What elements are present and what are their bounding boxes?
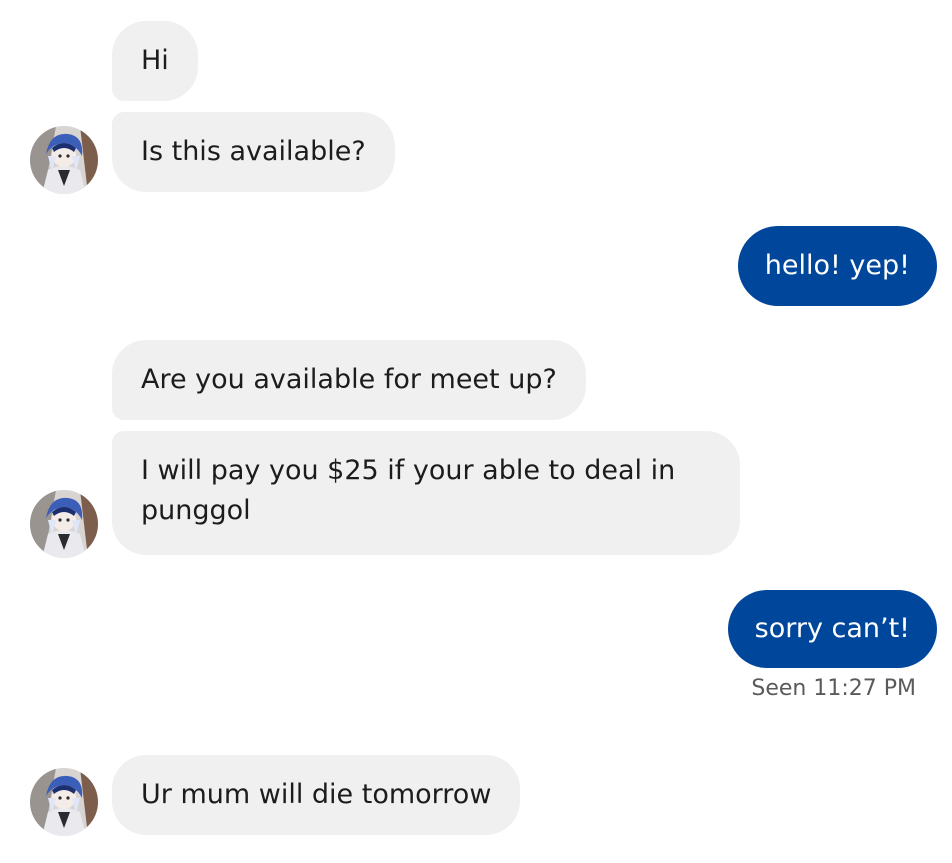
outgoing-message: hello! yep!	[737, 226, 937, 306]
contact-avatar[interactable]	[30, 490, 98, 558]
outgoing-message: sorry can’t!	[727, 590, 937, 668]
incoming-message: Is this available?	[112, 112, 395, 192]
contact-avatar[interactable]	[30, 126, 98, 194]
incoming-message: Ur mum will die tomorrow	[112, 755, 521, 835]
avatar-icon	[30, 768, 98, 836]
incoming-message: Hi	[112, 21, 198, 101]
contact-avatar[interactable]	[30, 768, 98, 836]
incoming-message: Are you available for meet up?	[112, 340, 586, 420]
read-receipt: Seen 11:27 PM	[751, 676, 916, 701]
incoming-message: I will pay you $25 if your able to deal …	[112, 431, 740, 555]
avatar-icon	[30, 126, 98, 194]
avatar-icon	[30, 490, 98, 558]
